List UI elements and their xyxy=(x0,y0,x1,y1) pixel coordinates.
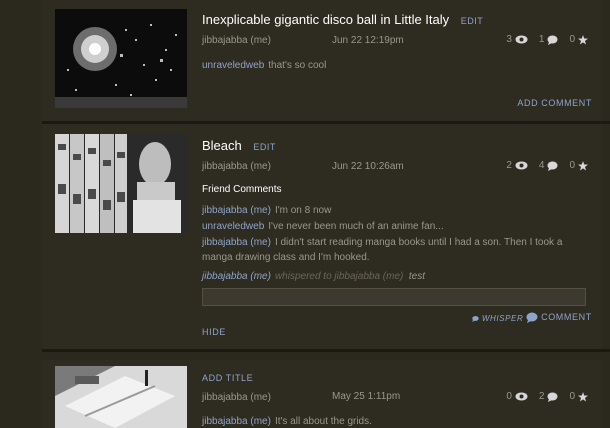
edit-link[interactable]: EDIT xyxy=(253,142,276,152)
comment-text: that's so cool xyxy=(268,60,327,71)
photo-thumbnail[interactable] xyxy=(55,366,187,428)
disco-ball-photo xyxy=(55,9,187,108)
comments-count: 2 xyxy=(538,391,545,402)
post-stats: 3 1 0 xyxy=(506,34,588,45)
desk-photo xyxy=(55,366,187,428)
post-author[interactable]: jibbajabba (me) xyxy=(202,392,271,403)
comment-input[interactable] xyxy=(202,288,586,306)
speech-bubble-icon xyxy=(547,161,558,171)
speech-bubble-icon xyxy=(547,35,558,45)
comment-author[interactable]: unraveledweb xyxy=(202,221,264,232)
post-author[interactable]: jibbajabba (me) xyxy=(202,35,271,46)
post-card: ADD TITLE jibbajabba (me) May 25 1:11pm … xyxy=(42,360,602,428)
post-card: Bleach EDIT jibbajabba (me) Jun 22 10:26… xyxy=(42,124,602,349)
hide-button[interactable]: HIDE xyxy=(202,327,226,337)
comments-count: 4 xyxy=(538,160,545,171)
add-title-link[interactable]: ADD TITLE xyxy=(202,373,253,383)
whisper-item: jibbajabba (me) whispered to jibbajabba (… xyxy=(202,271,425,282)
whisper-author[interactable]: jibbajabba (me) xyxy=(202,271,271,282)
eye-icon xyxy=(515,35,528,44)
edit-link[interactable]: EDIT xyxy=(461,16,484,26)
friend-comments-heading: Friend Comments xyxy=(202,184,282,195)
star-icon[interactable] xyxy=(578,34,588,45)
post-title-text[interactable]: Inexplicable gigantic disco ball in Litt… xyxy=(202,12,449,27)
comment-text: I've never been much of an anime fan... xyxy=(268,221,444,232)
post-date: Jun 22 12:19pm xyxy=(332,35,404,46)
comment-text: I'm on 8 now xyxy=(274,205,332,216)
post-stats: 0 2 0 xyxy=(506,391,588,402)
comment-item: jibbajabba (me) I didn't start reading ma… xyxy=(202,235,592,265)
speech-bubble-icon xyxy=(526,312,538,324)
whisper-bubble-icon xyxy=(472,315,479,322)
favorites-count: 0 xyxy=(569,391,575,402)
comment-author[interactable]: jibbajabba (me) xyxy=(202,205,271,216)
post-date: May 25 1:11pm xyxy=(332,391,401,402)
star-icon[interactable] xyxy=(578,391,588,402)
whisper-label[interactable]: WHISPER xyxy=(482,314,524,323)
manga-shelf-photo xyxy=(55,134,187,233)
comment-author[interactable]: jibbajabba (me) xyxy=(202,237,271,248)
views-count: 3 xyxy=(506,34,512,45)
eye-icon xyxy=(515,392,528,401)
comment-author[interactable]: jibbajabba (me) xyxy=(202,416,271,427)
photo-thumbnail[interactable] xyxy=(55,9,187,108)
comments-count: 1 xyxy=(538,34,545,45)
post-title-text[interactable]: Bleach xyxy=(202,138,242,153)
post-title[interactable]: Inexplicable gigantic disco ball in Litt… xyxy=(202,12,483,27)
views-count: 2 xyxy=(506,160,512,171)
comment-text: It's all about the grids. xyxy=(274,416,372,427)
eye-icon xyxy=(515,161,528,170)
whisper-button[interactable]: WHISPER xyxy=(472,314,523,323)
speech-bubble-icon xyxy=(547,392,558,402)
favorites-count: 0 xyxy=(569,34,575,45)
comment-button[interactable]: COMMENT xyxy=(526,312,592,324)
comment-item: jibbajabba (me) I'm on 8 now xyxy=(202,205,331,216)
post-date: Jun 22 10:26am xyxy=(332,161,404,172)
comment-item: jibbajabba (me) It's all about the grids. xyxy=(202,416,372,427)
whisper-target: whispered to jibbajabba (me) xyxy=(274,271,404,282)
post-stats: 2 4 0 xyxy=(506,160,588,171)
whisper-text: test xyxy=(408,271,426,282)
views-count: 0 xyxy=(506,391,512,402)
post-card: Inexplicable gigantic disco ball in Litt… xyxy=(42,0,602,121)
comment-item: unraveledweb that's so cool xyxy=(202,60,326,71)
favorites-count: 0 xyxy=(569,160,575,171)
add-comment-button[interactable]: ADD COMMENT xyxy=(517,98,592,108)
post-title[interactable]: Bleach EDIT xyxy=(202,138,276,153)
divider xyxy=(42,349,610,352)
comment-item: unraveledweb I've never been much of an a… xyxy=(202,221,444,232)
comment-label[interactable]: COMMENT xyxy=(541,312,592,322)
photo-thumbnail[interactable] xyxy=(55,134,187,233)
comment-author[interactable]: unraveledweb xyxy=(202,60,264,71)
star-icon[interactable] xyxy=(578,160,588,171)
post-author[interactable]: jibbajabba (me) xyxy=(202,161,271,172)
